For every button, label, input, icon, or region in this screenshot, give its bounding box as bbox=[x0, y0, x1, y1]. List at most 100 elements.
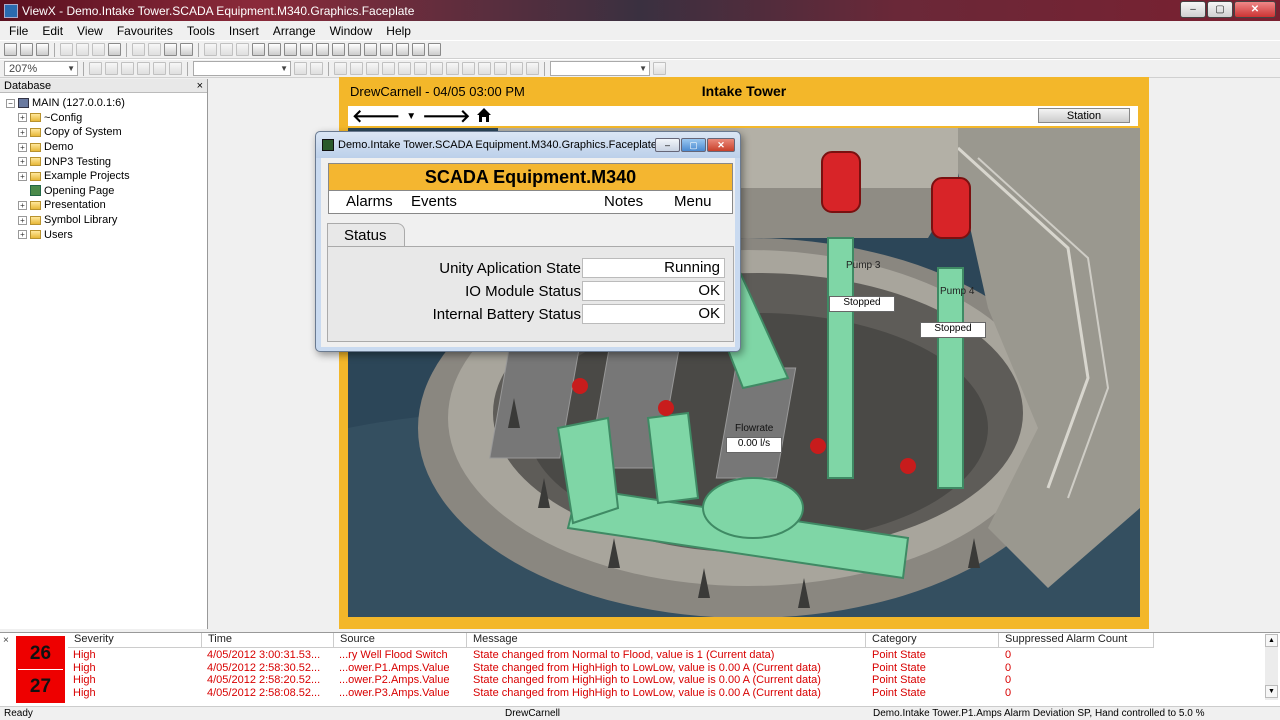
column-header-suppressed-count[interactable]: Suppressed Alarm Count bbox=[999, 633, 1154, 648]
lock-icon[interactable] bbox=[153, 62, 166, 75]
menu-arrange[interactable]: Arrange bbox=[266, 24, 323, 38]
back-arrow-icon[interactable]: 🡐 bbox=[352, 107, 400, 125]
faceplate-minimize-button[interactable]: – bbox=[655, 138, 680, 152]
scrollbar-track[interactable] bbox=[1265, 647, 1278, 685]
alarm-category[interactable]: Point State bbox=[872, 649, 926, 661]
tree-item-example-projects[interactable]: + Example Projects bbox=[0, 169, 207, 184]
chart-icon[interactable] bbox=[494, 62, 507, 75]
close-icon[interactable]: × bbox=[197, 80, 203, 92]
menu-link[interactable]: Menu bbox=[674, 193, 712, 210]
image-icon[interactable] bbox=[430, 62, 443, 75]
up-icon[interactable] bbox=[236, 43, 249, 56]
alarm-time[interactable]: 4/05/2012 2:58:30.52... bbox=[207, 662, 332, 674]
tree-item-symbol-library[interactable]: + Symbol Library bbox=[0, 213, 207, 228]
alarm-message[interactable]: State changed from HighHigh to LowLow, v… bbox=[473, 674, 863, 686]
close-icon[interactable]: × bbox=[3, 635, 9, 646]
zoom-window-icon[interactable] bbox=[169, 62, 182, 75]
trend-icon[interactable] bbox=[478, 62, 491, 75]
alarm-time[interactable]: 4/05/2012 3:00:31.53... bbox=[207, 649, 332, 661]
open-icon[interactable] bbox=[20, 43, 33, 56]
help-icon[interactable] bbox=[180, 43, 193, 56]
expand-icon[interactable]: + bbox=[18, 157, 27, 167]
alarm-message[interactable]: State changed from Normal to Flood, valu… bbox=[473, 649, 863, 661]
zoom-in-icon[interactable] bbox=[89, 62, 102, 75]
expand-icon[interactable]: + bbox=[18, 113, 27, 123]
alarm-scrollbar[interactable]: ▲ ▼ bbox=[1265, 634, 1278, 700]
font-combo[interactable]: ▼ bbox=[550, 61, 650, 76]
alarm-severity[interactable]: High bbox=[73, 662, 96, 674]
faceplate-maximize-button[interactable]: ▢ bbox=[681, 138, 706, 152]
column-header-source[interactable]: Source bbox=[334, 633, 467, 648]
tree-item-copy-of-system[interactable]: + Copy of System bbox=[0, 125, 207, 140]
save-icon[interactable] bbox=[36, 43, 49, 56]
alarm-suppressed-count[interactable]: 0 bbox=[1005, 662, 1011, 674]
pump-3-status[interactable]: Stopped bbox=[829, 296, 895, 312]
list-icon[interactable] bbox=[380, 43, 393, 56]
menu-edit[interactable]: Edit bbox=[35, 24, 70, 38]
print-icon[interactable] bbox=[108, 43, 121, 56]
copy-icon[interactable] bbox=[76, 43, 89, 56]
layers-icon[interactable] bbox=[348, 43, 361, 56]
distribute-icon[interactable] bbox=[310, 62, 323, 75]
alarm-message[interactable]: State changed from HighHigh to LowLow, v… bbox=[473, 662, 863, 674]
scroll-down-icon[interactable]: ▼ bbox=[1265, 685, 1278, 698]
text-icon[interactable] bbox=[414, 62, 427, 75]
tree-item-demo[interactable]: + Demo bbox=[0, 140, 207, 155]
minimize-button[interactable]: – bbox=[1180, 1, 1206, 18]
alarm-source[interactable]: ...ry Well Flood Switch bbox=[339, 649, 464, 661]
pump-4-status[interactable]: Stopped bbox=[920, 322, 986, 338]
alarm-source[interactable]: ...ower.P3.Amps.Value bbox=[339, 687, 464, 699]
faceplate-dialog[interactable]: Demo.Intake Tower.SCADA Equipment.M340.G… bbox=[315, 131, 741, 352]
alarm-count-indicator[interactable]: 26 27 bbox=[16, 636, 65, 703]
tree-item-main[interactable]: − MAIN (127.0.0.1:6) bbox=[0, 96, 207, 111]
alarm-source[interactable]: ...ower.P2.Amps.Value bbox=[339, 674, 464, 686]
alarm-category[interactable]: Point State bbox=[872, 674, 926, 686]
select-icon[interactable] bbox=[252, 43, 265, 56]
collapse-icon[interactable]: − bbox=[6, 98, 15, 108]
edit-mode-icon[interactable] bbox=[284, 43, 297, 56]
tree-item-dnp3-testing[interactable]: + DNP3 Testing bbox=[0, 154, 207, 169]
align-icon[interactable] bbox=[294, 62, 307, 75]
expand-icon[interactable]: + bbox=[18, 200, 27, 210]
pan-icon[interactable] bbox=[137, 62, 150, 75]
alarm-time[interactable]: 4/05/2012 2:58:20.52... bbox=[207, 674, 332, 686]
tab-status[interactable]: Status bbox=[327, 223, 405, 247]
symbol-icon[interactable] bbox=[462, 62, 475, 75]
station-button[interactable]: Station bbox=[1038, 108, 1130, 123]
forward-arrow-icon[interactable]: 🡒 bbox=[422, 107, 470, 125]
grid-icon[interactable] bbox=[510, 62, 523, 75]
window-icon[interactable] bbox=[428, 43, 441, 56]
alarm-source[interactable]: ...ower.P1.Amps.Value bbox=[339, 662, 464, 674]
window-titlebar[interactable]: ViewX - Demo.Intake Tower.SCADA Equipmen… bbox=[0, 0, 1280, 21]
alarm-category[interactable]: Point State bbox=[872, 662, 926, 674]
menu-tools[interactable]: Tools bbox=[180, 24, 222, 38]
history-dropdown-icon[interactable]: ▼ bbox=[406, 111, 416, 122]
alarm-suppressed-count[interactable]: 0 bbox=[1005, 674, 1011, 686]
alarm-severity[interactable]: High bbox=[73, 674, 96, 686]
pointer-icon[interactable] bbox=[268, 43, 281, 56]
menu-window[interactable]: Window bbox=[323, 24, 380, 38]
notes-link[interactable]: Notes bbox=[604, 193, 643, 210]
paste-icon[interactable] bbox=[92, 43, 105, 56]
alarm-suppressed-count[interactable]: 0 bbox=[1005, 687, 1011, 699]
column-header-category[interactable]: Category bbox=[866, 633, 999, 648]
events-link[interactable]: Events bbox=[411, 193, 457, 210]
line-icon[interactable] bbox=[334, 62, 347, 75]
tree-item-users[interactable]: + Users bbox=[0, 227, 207, 242]
printer-icon[interactable] bbox=[412, 43, 425, 56]
polyline-icon[interactable] bbox=[382, 62, 395, 75]
alarm-category[interactable]: Point State bbox=[872, 687, 926, 699]
tree-item-config[interactable]: + ~Config bbox=[0, 111, 207, 126]
menu-file[interactable]: File bbox=[2, 24, 35, 38]
rectangle-icon[interactable] bbox=[350, 62, 363, 75]
cut-icon[interactable] bbox=[60, 43, 73, 56]
check-icon[interactable] bbox=[164, 43, 177, 56]
button-icon[interactable] bbox=[446, 62, 459, 75]
column-header-severity[interactable]: Severity bbox=[68, 633, 202, 648]
flowrate-value[interactable]: 0.00 l/s bbox=[726, 437, 782, 453]
expand-icon[interactable]: + bbox=[18, 171, 27, 181]
zoom-combo[interactable]: 207% ▼ bbox=[4, 61, 78, 76]
tree-item-presentation[interactable]: + Presentation bbox=[0, 198, 207, 213]
maximize-button[interactable]: ▢ bbox=[1207, 1, 1233, 18]
bell-icon[interactable] bbox=[364, 43, 377, 56]
